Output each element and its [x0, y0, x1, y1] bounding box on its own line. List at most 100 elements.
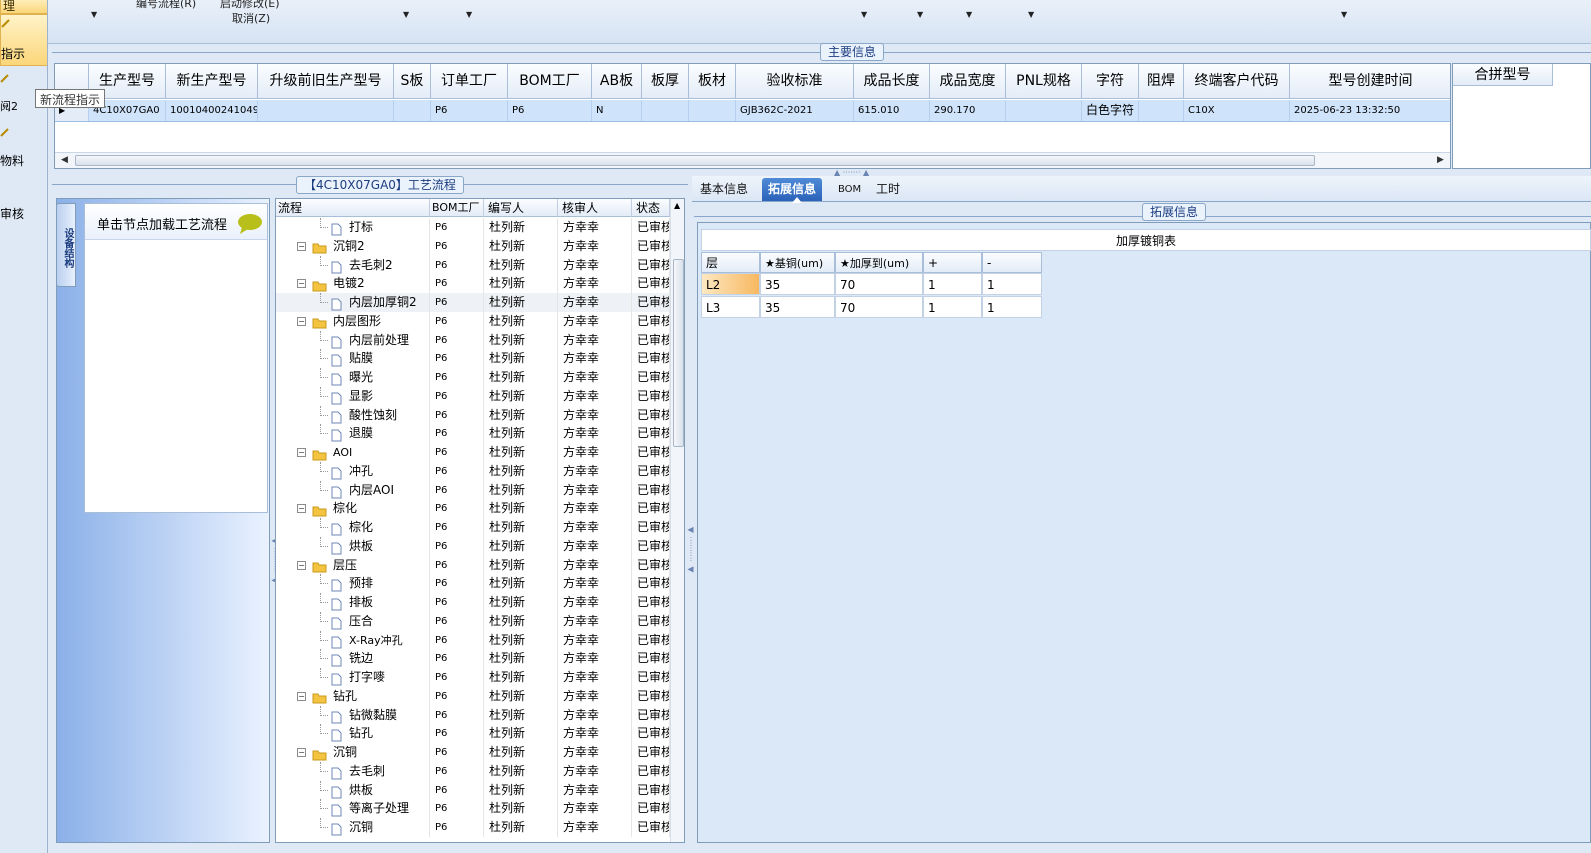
- collapse-icon[interactable]: −: [297, 691, 306, 701]
- tree-row[interactable]: − 内层图形 P6 杜列新 方幸幸 已审核: [276, 311, 670, 331]
- splitter-grip[interactable]: ◀ ·········· ◀: [686, 525, 695, 574]
- tree-row[interactable]: 打标 P6 杜列新 方幸幸 已审核: [276, 218, 670, 237]
- table-cell[interactable]: 35: [760, 273, 835, 295]
- tree-node[interactable]: 内层前处理: [276, 330, 430, 350]
- load-process-header[interactable]: 单击节点加载工艺流程: [85, 204, 267, 240]
- scroll-up-icon[interactable]: ▲: [674, 201, 680, 210]
- tree-row[interactable]: 内层加厚铜2 P6 杜列新 方幸幸 已审核: [276, 293, 670, 312]
- vertical-scrollbar[interactable]: ▲: [670, 199, 684, 842]
- column-header[interactable]: PNL规格: [1006, 64, 1082, 99]
- tree-node[interactable]: 打标: [276, 218, 430, 237]
- tree-node[interactable]: − 钻孔: [276, 686, 430, 706]
- device-structure-tab[interactable]: 设备结构: [56, 203, 76, 287]
- tree-node[interactable]: 内层AOI: [276, 480, 430, 500]
- tree-node[interactable]: 钻微黏膜: [276, 705, 430, 725]
- tree-node[interactable]: 烘板: [276, 780, 430, 800]
- merge-model-header[interactable]: 合拼型号: [1453, 64, 1553, 86]
- collapse-icon[interactable]: −: [297, 560, 306, 570]
- tree-node[interactable]: 显影: [276, 386, 430, 406]
- chevron-down-icon[interactable]: ▼: [466, 10, 472, 19]
- tree-row[interactable]: − 棕化 P6 杜列新 方幸幸 已审核: [276, 499, 670, 519]
- table-cell[interactable]: 35: [760, 296, 835, 318]
- tree-row[interactable]: − 电镀2 P6 杜列新 方幸幸 已审核: [276, 274, 670, 294]
- tree-row[interactable]: − 层压 P6 杜列新 方幸幸 已审核: [276, 555, 670, 575]
- column-header[interactable]: BOM工厂: [508, 64, 592, 99]
- tree-row[interactable]: 冲孔 P6 杜列新 方幸幸 已审核: [276, 461, 670, 481]
- tree-row[interactable]: 内层AOI P6 杜列新 方幸幸 已审核: [276, 480, 670, 500]
- collapse-icon[interactable]: −: [297, 748, 306, 757]
- tree-row[interactable]: − 钻孔 P6 杜列新 方幸幸 已审核: [276, 686, 670, 706]
- tree-row[interactable]: 贴膜 P6 杜列新 方幸幸 已审核: [276, 349, 670, 369]
- collapse-icon[interactable]: −: [297, 448, 306, 457]
- collapse-icon[interactable]: −: [297, 504, 306, 514]
- tree-row[interactable]: − AOI P6 杜列新 方幸幸 已审核: [276, 443, 670, 462]
- tree-node[interactable]: 去毛刺: [276, 761, 430, 781]
- tree-node[interactable]: − 层压: [276, 555, 430, 575]
- tree-node[interactable]: − 内层图形: [276, 311, 430, 331]
- tree-node[interactable]: 预排: [276, 574, 430, 594]
- table-cell[interactable]: 1: [923, 273, 982, 295]
- chevron-down-icon[interactable]: ▼: [91, 10, 97, 19]
- column-header[interactable]: 板厚: [642, 64, 689, 99]
- tree-node[interactable]: 去毛刺2: [276, 255, 430, 275]
- scroll-left-icon[interactable]: ◀: [61, 155, 68, 165]
- tree-row[interactable]: 压合 P6 杜列新 方幸幸 已审核: [276, 611, 670, 631]
- collapse-icon[interactable]: −: [297, 241, 306, 251]
- left-nav-item-review[interactable]: 审核: [0, 205, 47, 225]
- tree-row[interactable]: 沉铜 P6 杜列新 方幸幸 已审核: [276, 818, 670, 837]
- tree-node[interactable]: X-Ray冲孔: [276, 630, 430, 650]
- column-header[interactable]: ★基铜(um): [760, 252, 835, 273]
- tree-node[interactable]: 排板: [276, 593, 430, 612]
- chevron-down-icon[interactable]: ▼: [917, 10, 923, 19]
- column-header[interactable]: 订单工厂: [431, 64, 508, 99]
- table-cell[interactable]: 70: [835, 296, 923, 318]
- tree-row[interactable]: 铣边 P6 杜列新 方幸幸 已审核: [276, 649, 670, 669]
- left-nav-item-material[interactable]: 物料: [0, 126, 47, 170]
- column-header[interactable]: 升级前旧生产型号: [258, 64, 394, 99]
- tree-row[interactable]: 等离子处理 P6 杜列新 方幸幸 已审核: [276, 799, 670, 819]
- tree-row[interactable]: 酸性蚀刻 P6 杜列新 方幸幸 已审核: [276, 405, 670, 425]
- scroll-thumb[interactable]: [673, 259, 684, 447]
- tree-row[interactable]: − 沉铜2 P6 杜列新 方幸幸 已审核: [276, 236, 670, 256]
- tree-node[interactable]: 烘板: [276, 536, 430, 556]
- left-nav-item-instruction[interactable]: 指示: [0, 14, 47, 66]
- tree-node[interactable]: 沉铜: [276, 818, 430, 837]
- tree-node[interactable]: − 棕化: [276, 499, 430, 519]
- column-header[interactable]: 成品长度: [854, 64, 930, 99]
- tree-node[interactable]: 酸性蚀刻: [276, 405, 430, 425]
- tree-node[interactable]: 钻孔: [276, 724, 430, 744]
- chevron-down-icon[interactable]: ▼: [1028, 10, 1034, 19]
- tree-node[interactable]: − 电镀2: [276, 274, 430, 294]
- tree-row[interactable]: 去毛刺 P6 杜列新 方幸幸 已审核: [276, 761, 670, 781]
- tree-node[interactable]: 棕化: [276, 518, 430, 537]
- column-header[interactable]: 验收标准: [736, 64, 854, 99]
- column-header[interactable]: 编写人: [484, 199, 558, 217]
- chevron-down-icon[interactable]: ▼: [966, 10, 972, 19]
- number-flow-button[interactable]: 编号流程(R): [136, 0, 196, 11]
- tree-row[interactable]: 内层前处理 P6 杜列新 方幸幸 已审核: [276, 330, 670, 350]
- table-cell[interactable]: L3: [701, 296, 760, 318]
- tree-row[interactable]: 排板 P6 杜列新 方幸幸 已审核: [276, 593, 670, 612]
- tree-row[interactable]: X-Ray冲孔 P6 杜列新 方幸幸 已审核: [276, 630, 670, 650]
- tree-row[interactable]: 打字嘜 P6 杜列新 方幸幸 已审核: [276, 668, 670, 687]
- tree-row[interactable]: 曝光 P6 杜列新 方幸幸 已审核: [276, 368, 670, 387]
- collapse-icon[interactable]: −: [297, 279, 306, 289]
- tree-row[interactable]: 去毛刺2 P6 杜列新 方幸幸 已审核: [276, 255, 670, 275]
- column-header[interactable]: 状态: [632, 199, 670, 217]
- tree-node[interactable]: 等离子处理: [276, 799, 430, 819]
- tree-row[interactable]: 烘板 P6 杜列新 方幸幸 已审核: [276, 536, 670, 556]
- table-cell[interactable]: 1: [982, 296, 1042, 318]
- column-header[interactable]: 新生产型号: [166, 64, 258, 99]
- tab-work-hours[interactable]: 工时: [870, 178, 906, 201]
- column-header[interactable]: 终端客户代码: [1184, 64, 1290, 99]
- tree-node[interactable]: 压合: [276, 611, 430, 631]
- cancel-button[interactable]: 取消(Z): [232, 10, 270, 26]
- table-cell[interactable]: 70: [835, 273, 923, 295]
- tree-row[interactable]: 预排 P6 杜列新 方幸幸 已审核: [276, 574, 670, 594]
- column-header[interactable]: 核审人: [558, 199, 632, 217]
- column-header[interactable]: 层: [701, 252, 760, 273]
- column-header[interactable]: 型号创建时间: [1290, 64, 1450, 99]
- left-nav-item-current[interactable]: 理: [0, 0, 47, 14]
- tree-node[interactable]: 曝光: [276, 368, 430, 387]
- column-header[interactable]: -: [982, 252, 1042, 273]
